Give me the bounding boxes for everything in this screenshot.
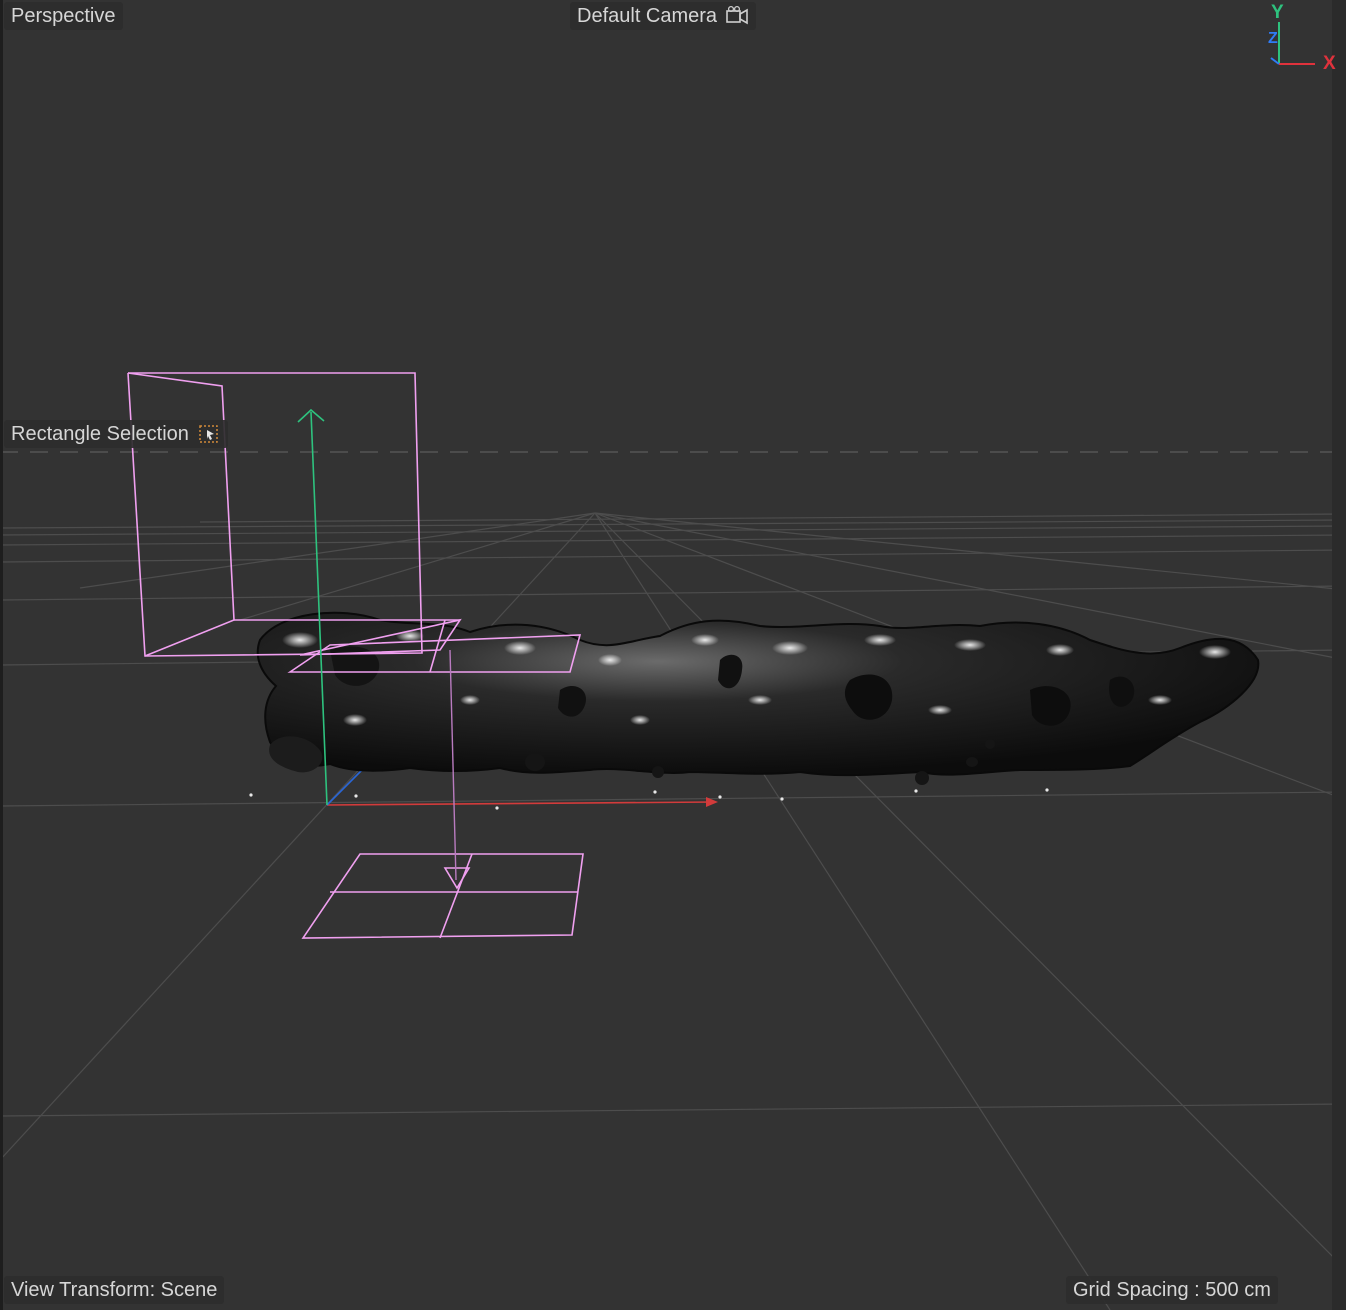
viewport-right-border — [1332, 0, 1346, 1310]
view-transform-label: View Transform: Scene — [11, 1279, 218, 1301]
world-z-axis — [326, 769, 363, 806]
gizmo-z-line — [1270, 57, 1280, 65]
camera-label: Default Camera — [577, 5, 718, 27]
grid-spacing-indicator: Grid Spacing : 500 cm — [1066, 1276, 1278, 1304]
3d-viewport[interactable]: Y Z X Perspective Default Camera Rectang… — [0, 0, 1346, 1310]
gizmo-x-label: X — [1323, 53, 1336, 74]
rectangle-selection-icon — [197, 423, 221, 445]
projection-menu[interactable]: Perspective — [4, 2, 123, 30]
gizmo-z-label: Z — [1268, 30, 1278, 47]
blob-text-object — [256, 611, 1260, 785]
camera-menu[interactable]: Default Camera — [570, 2, 757, 30]
scene-canvas[interactable] — [0, 0, 1346, 1310]
view-transform-indicator: View Transform: Scene — [4, 1276, 225, 1304]
viewport-left-border — [0, 0, 3, 1310]
grid-spacing-label: Grid Spacing : 500 cm — [1073, 1279, 1271, 1301]
gizmo-y-label: Y — [1271, 2, 1284, 23]
projection-label: Perspective — [11, 5, 116, 27]
selection-tool-label: Rectangle Selection — [11, 423, 189, 445]
camera-icon — [725, 5, 749, 27]
selection-tool-indicator[interactable]: Rectangle Selection — [4, 420, 228, 448]
